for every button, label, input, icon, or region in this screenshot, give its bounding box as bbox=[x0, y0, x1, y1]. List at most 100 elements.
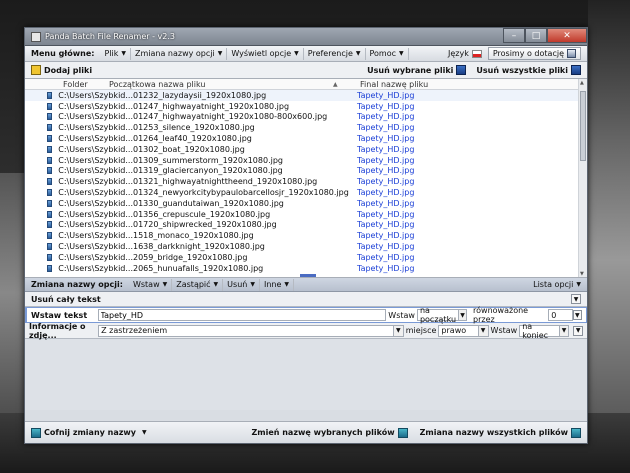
remove-all-button[interactable]: Usuń wszystkie pliki bbox=[476, 65, 581, 75]
file-final-name: Tapety_HD.jpg bbox=[357, 220, 415, 230]
image-file-icon bbox=[47, 264, 53, 272]
insert-text-input[interactable] bbox=[97, 309, 387, 321]
image-file-icon bbox=[47, 189, 53, 197]
file-row[interactable]: C:\Users\Szybkid... 01720_shipwrecked_192… bbox=[25, 220, 587, 231]
image-file-icon bbox=[47, 145, 53, 153]
file-folder: C:\Users\Szybkid... bbox=[25, 199, 133, 208]
column-header-original-name[interactable]: Początkowa nazwa pliku bbox=[109, 80, 333, 89]
menu-rename-options[interactable]: Zmiana nazwy opcji ▼ bbox=[131, 47, 228, 60]
image-file-icon bbox=[47, 232, 53, 240]
file-row[interactable]: C:\Users\Szybkid... 01247_highwayatnight_… bbox=[25, 101, 587, 112]
file-folder: C:\Users\Szybkid... bbox=[25, 242, 133, 251]
chevron-down-icon: ▼ bbox=[121, 50, 126, 57]
image-file-icon bbox=[47, 167, 53, 175]
menu-other[interactable]: Inne ▼ bbox=[260, 278, 295, 291]
file-final-name: Tapety_HD.jpg bbox=[357, 144, 415, 154]
add-files-button[interactable]: Dodaj pliki bbox=[31, 65, 92, 75]
chevron-down-icon: ▼ bbox=[250, 281, 255, 288]
scroll-down-icon[interactable]: ▼ bbox=[580, 271, 584, 277]
rename-selected-button[interactable]: Zmień nazwę wybranych plików bbox=[251, 427, 408, 438]
menu-insert[interactable]: Wstaw ▼ bbox=[129, 278, 173, 291]
close-button[interactable]: ✕ bbox=[547, 28, 587, 43]
image-file-icon bbox=[47, 210, 53, 218]
file-original-name: 01356_crepuscule_1920x1080.jpg bbox=[133, 209, 271, 219]
file-final-name: Tapety_HD.jpg bbox=[357, 252, 415, 262]
file-row[interactable]: C:\Users\Szybkid... 1638_darkknight_1920x… bbox=[25, 241, 587, 252]
minimize-button[interactable]: – bbox=[503, 28, 525, 43]
menu-view-options[interactable]: Wyświetl opcje ▼ bbox=[227, 47, 304, 60]
title-bar[interactable]: Panda Batch File Renamer - v2.3 – □ ✕ bbox=[25, 28, 587, 46]
remove-all-text-row[interactable]: Usuń cały tekst ▼ bbox=[25, 292, 587, 307]
chevron-down-icon: ▼ bbox=[213, 281, 219, 288]
file-row[interactable]: C:\Users\Szybkid... 2065_hunuafalls_1920x… bbox=[25, 263, 587, 274]
file-final-name: Tapety_HD.jpg bbox=[357, 188, 415, 198]
maximize-button[interactable]: □ bbox=[525, 28, 547, 43]
file-final-name: Tapety_HD.jpg bbox=[357, 166, 415, 176]
file-row[interactable]: C:\Users\Szybkid... 01253_silence_1920x10… bbox=[25, 122, 587, 133]
column-header-final-name[interactable]: Final nazwę pliku bbox=[360, 80, 587, 89]
donate-button[interactable]: Prosimy o dotację bbox=[487, 47, 581, 60]
remove-selected-button[interactable]: Usuń wybrane pliki bbox=[367, 65, 467, 75]
rename-options-bar: Zmiana nazwy opcji: Wstaw ▼ Zastąpić ▼ Usu… bbox=[25, 278, 587, 292]
menu-replace[interactable]: Zastąpić ▼ bbox=[172, 278, 224, 291]
remove-all-icon bbox=[571, 65, 581, 75]
scroll-up-icon[interactable]: ▲ bbox=[580, 80, 584, 86]
photo-info-label: Informacje o zdję... bbox=[29, 321, 86, 340]
menu-help[interactable]: Pomoc ▼ bbox=[366, 47, 409, 60]
file-original-name: 01302_boat_1920x1080.jpg bbox=[133, 144, 245, 154]
file-row[interactable]: C:\Users\Szybkid... 01232_lazydaysii_1920… bbox=[25, 90, 587, 101]
list-options-menu[interactable]: Lista opcji ▼ bbox=[533, 280, 581, 289]
rename-selected-icon bbox=[397, 427, 408, 438]
photo-info-select[interactable]: Z zastrzeżeniem ▼ bbox=[98, 324, 404, 337]
file-folder: C:\Users\Szybkid... bbox=[25, 145, 133, 154]
file-row[interactable]: C:\Users\Szybkid... 01309_summerstorm_192… bbox=[25, 155, 587, 166]
insert-position-select[interactable]: na początku ▼ bbox=[416, 306, 468, 324]
file-row[interactable]: C:\Users\Szybkid... 01330_guandutaiwan_19… bbox=[25, 198, 587, 209]
image-file-icon bbox=[47, 113, 53, 121]
file-row[interactable]: C:\Users\Szybkid... 2059_bridge_1920x1080… bbox=[25, 252, 587, 263]
expand-icon[interactable]: ▼ bbox=[571, 294, 581, 304]
file-folder: C:\Users\Szybkid... bbox=[25, 112, 133, 121]
file-original-name: 01309_summerstorm_1920x1080.jpg bbox=[133, 155, 283, 165]
main-menu-label: Menu główne: bbox=[31, 49, 95, 58]
insert-text-row: Wstaw tekst Wstaw na początku ▼ równoważ… bbox=[25, 306, 587, 324]
splitter-handle[interactable] bbox=[300, 274, 316, 277]
file-original-name: 01321_highwayatnighttheend_1920x1080.jpg bbox=[133, 177, 318, 187]
expand-icon[interactable]: ▼ bbox=[573, 325, 583, 336]
menu-preferences[interactable]: Preferencje ▼ bbox=[304, 47, 366, 60]
expand-icon[interactable]: ▼ bbox=[572, 310, 582, 320]
file-row[interactable]: C:\Users\Szybkid... 1518_monaco_1920x1080… bbox=[25, 230, 587, 241]
language-selector[interactable]: Język bbox=[448, 49, 482, 58]
file-folder: C:\Users\Szybkid... bbox=[25, 188, 133, 197]
image-file-icon bbox=[47, 91, 53, 99]
file-folder: C:\Users\Szybkid... bbox=[25, 91, 133, 100]
chevron-down-icon: ▼ bbox=[457, 310, 467, 320]
chevron-down-icon: ▼ bbox=[392, 325, 403, 336]
column-header-folder[interactable]: Folder bbox=[25, 80, 109, 89]
file-final-name: Tapety_HD.jpg bbox=[357, 209, 415, 219]
file-row[interactable]: C:\Users\Szybkid... 01247_highwayatnight_… bbox=[25, 112, 587, 123]
chevron-down-icon: ▼ bbox=[142, 429, 147, 436]
file-folder: C:\Users\Szybkid... bbox=[25, 210, 133, 219]
file-row[interactable]: C:\Users\Szybkid... 01324_newyorkcitybypa… bbox=[25, 187, 587, 198]
undo-rename-button[interactable]: Cofnij zmiany nazwy ▼ bbox=[31, 427, 147, 438]
menu-remove[interactable]: Usuń ▼ bbox=[223, 278, 260, 291]
file-row[interactable]: C:\Users\Szybkid... 01356_crepuscule_1920… bbox=[25, 209, 587, 220]
donate-icon bbox=[567, 49, 576, 58]
menu-file[interactable]: Plik ▼ bbox=[100, 47, 131, 60]
insert-at-select[interactable]: na koniec ▼ bbox=[519, 322, 570, 340]
insert-label: Wstaw bbox=[490, 326, 518, 335]
vertical-scrollbar[interactable]: ▲ ▼ bbox=[578, 79, 587, 277]
scrollbar-thumb[interactable] bbox=[580, 91, 586, 161]
file-final-name: Tapety_HD.jpg bbox=[357, 90, 415, 100]
offset-spinner[interactable]: 0 bbox=[548, 309, 573, 321]
file-list-rows: C:\Users\Szybkid... 01232_lazydaysii_1920… bbox=[25, 90, 587, 274]
file-row[interactable]: C:\Users\Szybkid... 01321_highwayatnightt… bbox=[25, 176, 587, 187]
place-select[interactable]: prawo ▼ bbox=[438, 324, 489, 337]
file-row[interactable]: C:\Users\Szybkid... 01319_glaciercanyon_1… bbox=[25, 166, 587, 177]
bottom-action-bar: Cofnij zmiany nazwy ▼ Zmień nazwę wybran… bbox=[25, 421, 587, 443]
file-row[interactable]: C:\Users\Szybkid... 01264_leaf40_1920x108… bbox=[25, 133, 587, 144]
rename-all-button[interactable]: Zmiana nazwy wszystkich plików bbox=[420, 427, 581, 438]
file-folder: C:\Users\Szybkid... bbox=[25, 220, 133, 229]
file-row[interactable]: C:\Users\Szybkid... 01302_boat_1920x1080.… bbox=[25, 144, 587, 155]
